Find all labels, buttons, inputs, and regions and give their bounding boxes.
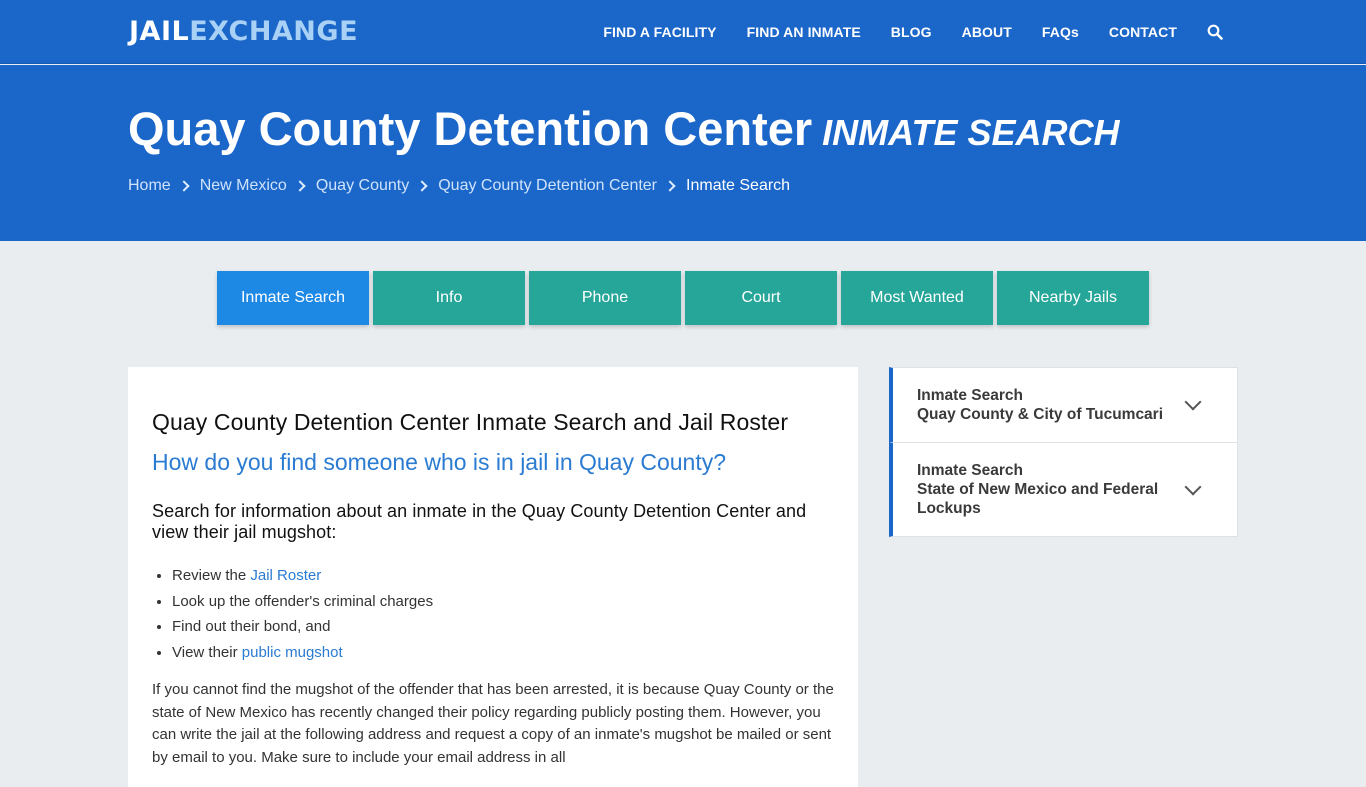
tab-phone[interactable]: Phone: [529, 271, 681, 325]
list-item: Find out their bond, and: [172, 614, 834, 640]
page-title-subtitle: INMATE SEARCH: [822, 112, 1120, 153]
content-subheading: Search for information about an inmate i…: [152, 501, 807, 542]
list-item-text: Find out their bond, and: [172, 618, 331, 635]
tab-nearby-jails[interactable]: Nearby Jails: [997, 271, 1149, 325]
breadcrumb-current: Inmate Search: [686, 177, 791, 194]
nav-blog[interactable]: BLOG: [891, 24, 932, 40]
page-title-main: Quay County Detention Center: [128, 102, 813, 155]
main-content-card: Quay County Detention Center Inmate Sear…: [128, 367, 858, 787]
sidebar-item-title: Inmate Search: [917, 462, 1023, 479]
sidebar-item-state-search[interactable]: Inmate Search State of New Mexico and Fe…: [889, 443, 1238, 537]
list-item-text: Review the: [172, 567, 251, 584]
main-nav: FIND A FACILITY FIND AN INMATE BLOG ABOU…: [603, 0, 1223, 64]
sidebar-item-county-search[interactable]: Inmate Search Quay County & City of Tucu…: [889, 367, 1238, 443]
nav-faqs[interactable]: FAQs: [1042, 24, 1079, 40]
breadcrumb-facility[interactable]: Quay County Detention Center: [438, 177, 657, 195]
chevron-down-icon[interactable]: [1184, 478, 1202, 495]
sidebar-item-subtitle: State of New Mexico and Federal Lockups: [917, 481, 1159, 517]
breadcrumb: Home New Mexico Quay County Quay County …: [128, 177, 790, 195]
logo-text-jail: JAIL: [129, 16, 190, 47]
chevron-down-icon[interactable]: [1184, 393, 1202, 411]
search-icon[interactable]: [1207, 24, 1223, 40]
tab-most-wanted[interactable]: Most Wanted: [841, 271, 993, 325]
list-item: Look up the offender's criminal charges: [172, 589, 834, 615]
section-tabs: Inmate Search Info Phone Court Most Want…: [217, 271, 1153, 325]
public-mugshot-link[interactable]: public mugshot: [242, 644, 343, 661]
content-heading: Quay County Detention Center Inmate Sear…: [152, 409, 789, 435]
nav-contact[interactable]: CONTACT: [1109, 24, 1177, 40]
sidebar: Inmate Search Quay County & City of Tucu…: [889, 367, 1238, 537]
sidebar-item-subtitle: Quay County & City of Tucumcari: [917, 406, 1164, 423]
site-logo[interactable]: JAILEXCHANGE: [129, 16, 358, 48]
chevron-right-icon: [416, 180, 428, 192]
nav-find-facility[interactable]: FIND A FACILITY: [603, 24, 716, 40]
list-item-text: View their: [172, 643, 242, 661]
content-question: How do you find someone who is in jail i…: [152, 449, 727, 475]
chevron-right-icon: [178, 180, 190, 192]
list-item: Review the Jail Roster: [172, 563, 834, 589]
chevron-right-icon: [294, 180, 306, 192]
sidebar-item-title: Inmate Search: [917, 387, 1023, 404]
top-navbar: JAILEXCHANGE FIND A FACILITY FIND AN INM…: [0, 0, 1366, 64]
breadcrumb-county[interactable]: Quay County: [316, 177, 409, 195]
jail-roster-link[interactable]: Jail Roster: [250, 567, 321, 584]
breadcrumb-home[interactable]: Home: [128, 177, 171, 195]
content-paragraph: If you cannot find the mugshot of the of…: [152, 681, 834, 766]
breadcrumb-state[interactable]: New Mexico: [200, 177, 287, 195]
tab-court[interactable]: Court: [685, 271, 837, 325]
chevron-right-icon: [664, 180, 676, 192]
logo-text-exchange: EXCHANGE: [189, 16, 359, 47]
tab-info[interactable]: Info: [373, 271, 525, 325]
page-hero: Quay County Detention Center INMATE SEARC…: [0, 65, 1366, 241]
tab-inmate-search[interactable]: Inmate Search: [217, 271, 369, 325]
info-list: Review the Jail Roster Look up the offen…: [152, 563, 834, 665]
list-item-text: Look up the offender's criminal charges: [172, 592, 434, 610]
list-item: View their public mugshot: [172, 640, 834, 666]
nav-about[interactable]: ABOUT: [962, 24, 1012, 40]
page-title: Quay County Detention Center INMATE SEARC…: [128, 101, 1120, 161]
nav-find-inmate[interactable]: FIND AN INMATE: [747, 24, 861, 40]
